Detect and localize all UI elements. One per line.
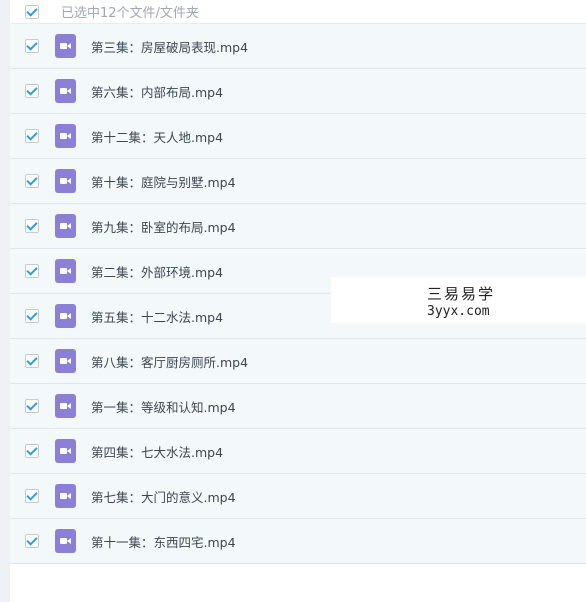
file-checkbox-icon[interactable]: [25, 399, 39, 413]
file-name[interactable]: 第三集：房屋破局表现.mp4: [91, 37, 248, 56]
file-name[interactable]: 第六集：内部布局.mp4: [91, 82, 223, 101]
file-checkbox-icon[interactable]: [25, 309, 39, 323]
selection-header: 已选中12个文件/文件夹: [10, 0, 586, 24]
file-row[interactable]: 第一集：等级和认知.mp4: [10, 384, 586, 429]
file-row[interactable]: 第十二集：天人地.mp4: [10, 114, 586, 159]
file-checkbox-icon[interactable]: [25, 489, 39, 503]
file-checkbox-icon[interactable]: [25, 219, 39, 233]
video-file-icon: [55, 34, 76, 58]
video-file-icon: [55, 394, 76, 418]
video-file-icon: [55, 529, 76, 553]
file-row[interactable]: 第八集：客厅厨房厕所.mp4: [10, 339, 586, 384]
file-row[interactable]: 第十集：庭院与别墅.mp4: [10, 159, 586, 204]
file-row[interactable]: 第六集：内部布局.mp4: [10, 69, 586, 114]
file-name[interactable]: 第十二集：天人地.mp4: [91, 127, 223, 146]
file-name[interactable]: 第一集：等级和认知.mp4: [91, 397, 236, 416]
video-file-icon: [55, 439, 76, 463]
watermark: 三易易学 3yyx.com: [331, 277, 586, 323]
file-checkbox-icon[interactable]: [25, 129, 39, 143]
left-margin-strip: [0, 0, 10, 602]
file-checkbox-icon[interactable]: [25, 84, 39, 98]
video-file-icon: [55, 484, 76, 508]
video-file-icon: [55, 349, 76, 373]
file-checkbox-icon[interactable]: [25, 264, 39, 278]
file-checkbox-icon[interactable]: [25, 534, 39, 548]
video-file-icon: [55, 169, 76, 193]
file-name[interactable]: 第十集：庭院与别墅.mp4: [91, 172, 236, 191]
select-all-checkbox[interactable]: [25, 4, 39, 19]
file-row[interactable]: 第十一集：东西四宅.mp4: [10, 519, 586, 564]
file-name[interactable]: 第二集：外部环境.mp4: [91, 262, 223, 281]
video-file-icon: [55, 214, 76, 238]
file-name[interactable]: 第四集：七大水法.mp4: [91, 442, 223, 461]
file-checkbox-icon[interactable]: [25, 354, 39, 368]
file-checkbox-icon[interactable]: [25, 444, 39, 458]
file-row[interactable]: 第三集：房屋破局表现.mp4: [10, 24, 586, 69]
file-row[interactable]: 第四集：七大水法.mp4: [10, 429, 586, 474]
file-name[interactable]: 第七集：大门的意义.mp4: [91, 487, 236, 506]
watermark-url: 3yyx.com: [427, 304, 490, 319]
file-row[interactable]: 第九集：卧室的布局.mp4: [10, 204, 586, 249]
file-name[interactable]: 第九集：卧室的布局.mp4: [91, 217, 236, 236]
watermark-title: 三易易学: [427, 285, 496, 303]
video-file-icon: [55, 79, 76, 103]
selection-count-label: 已选中12个文件/文件夹: [61, 6, 199, 21]
file-checkbox-icon[interactable]: [25, 174, 39, 188]
video-file-icon: [55, 304, 76, 328]
file-checkbox-icon[interactable]: [25, 39, 39, 53]
file-name[interactable]: 第八集：客厅厨房厕所.mp4: [91, 352, 248, 371]
file-row[interactable]: 第七集：大门的意义.mp4: [10, 474, 586, 519]
video-file-icon: [55, 124, 76, 148]
video-file-icon: [55, 259, 76, 283]
file-name[interactable]: 第五集：十二水法.mp4: [91, 307, 223, 326]
file-name[interactable]: 第十一集：东西四宅.mp4: [91, 532, 236, 551]
